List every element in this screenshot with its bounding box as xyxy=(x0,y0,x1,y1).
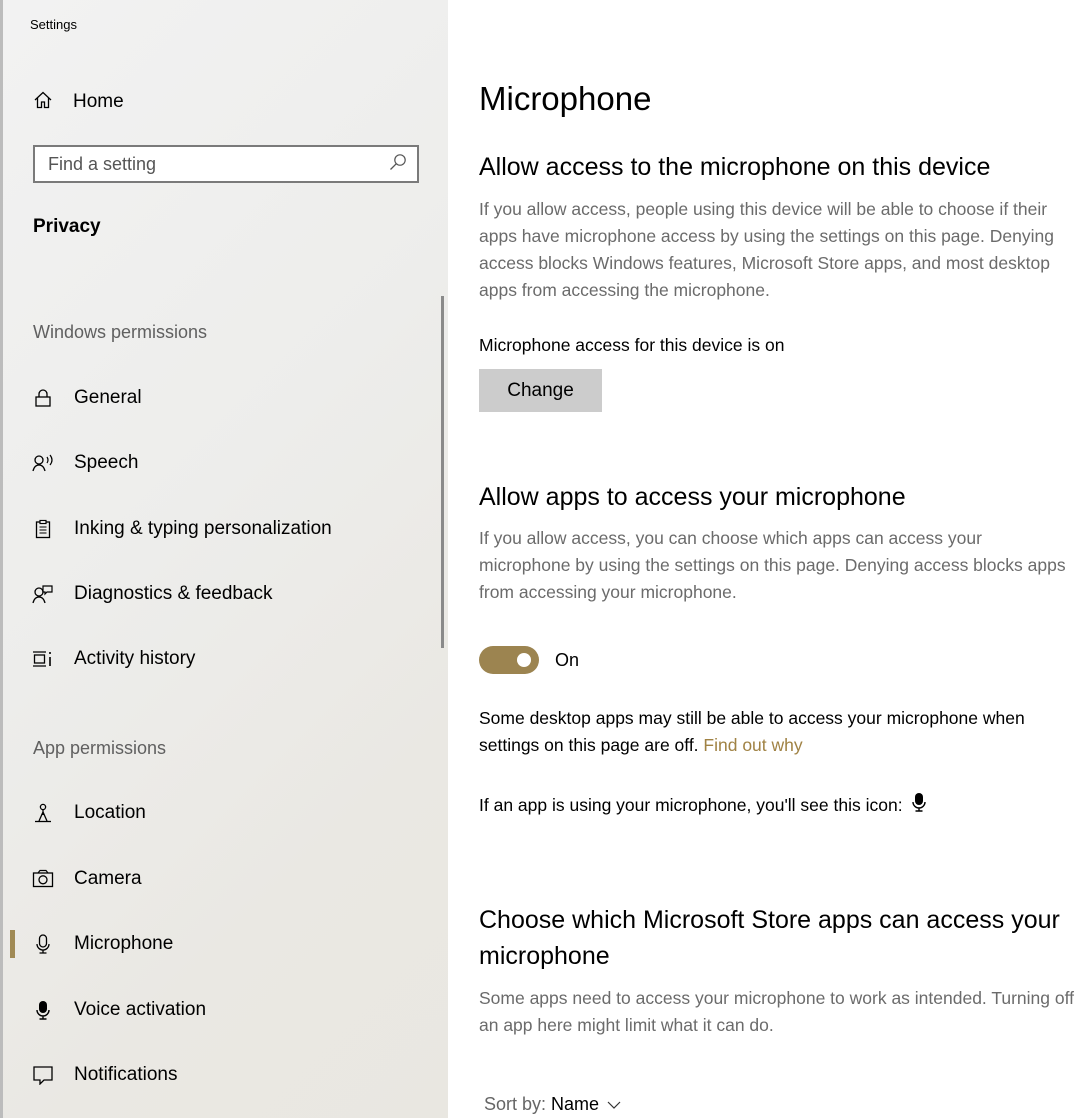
feedback-icon xyxy=(32,583,54,605)
store-apps-heading: Choose which Microsoft Store apps can ac… xyxy=(479,906,1060,970)
sidebar-item-inking-typing[interactable]: Inking & typing personalization xyxy=(3,506,433,552)
sidebar-item-microphone[interactable]: Microphone xyxy=(3,921,433,967)
toggle-state-label: On xyxy=(555,649,580,670)
microphone-filled-icon xyxy=(32,999,54,1021)
device-access-heading: Allow access to the microphone on this d… xyxy=(479,153,991,181)
speech-icon xyxy=(32,452,54,474)
find-out-why-link[interactable]: Find out why xyxy=(703,735,802,755)
sidebar-item-label: Speech xyxy=(74,452,139,473)
microphone-icon xyxy=(32,933,54,955)
desktop-apps-note: Some desktop apps may still be able to a… xyxy=(479,705,1077,759)
store-apps-description: Some apps need to access your microphone… xyxy=(479,988,1075,1035)
sidebar-item-label: General xyxy=(74,387,142,408)
sidebar-item-voice-activation[interactable]: Voice activation xyxy=(3,987,433,1033)
sidebar-item-general[interactable]: General xyxy=(3,375,433,421)
search-input[interactable] xyxy=(48,153,389,175)
home-label: Home xyxy=(73,91,124,112)
sidebar: Settings Home Privacy Windows permission… xyxy=(3,0,448,1118)
sidebar-item-label: Camera xyxy=(74,868,142,889)
app-title: Settings xyxy=(30,17,77,32)
sidebar-item-label: Activity history xyxy=(74,648,196,669)
sort-by-label: Sort by: xyxy=(484,1094,547,1114)
home-nav-item[interactable]: Home xyxy=(33,86,124,118)
sidebar-scrollbar[interactable] xyxy=(441,296,444,648)
device-access-status: Microphone access for this device is on xyxy=(479,335,785,355)
apps-access-toggle[interactable] xyxy=(479,646,539,674)
notification-icon xyxy=(32,1064,54,1086)
page-title: Microphone xyxy=(479,80,652,117)
sidebar-item-location[interactable]: Location xyxy=(3,790,433,836)
sidebar-item-label: Voice activation xyxy=(74,999,207,1020)
chevron-down-icon xyxy=(607,1094,621,1115)
mic-icon-note-text: If an app is using your microphone, you'… xyxy=(479,795,903,815)
location-icon xyxy=(32,802,54,824)
sort-by-value: Name xyxy=(551,1094,600,1114)
apps-access-description: If you allow access, you can choose whic… xyxy=(479,528,1066,602)
microphone-filled-icon xyxy=(911,792,927,820)
lock-icon xyxy=(32,387,54,409)
group-label-app-permissions: App permissions xyxy=(33,738,167,758)
toggle-knob xyxy=(517,653,531,667)
section-title: Privacy xyxy=(33,216,101,237)
sidebar-item-speech[interactable]: Speech xyxy=(3,440,433,486)
sidebar-item-label: Inking & typing personalization xyxy=(74,518,332,539)
apps-access-heading: Allow apps to access your microphone xyxy=(479,483,906,511)
sidebar-item-activity-history[interactable]: Activity history xyxy=(3,636,433,682)
device-access-description: If you allow access, people using this d… xyxy=(479,199,1054,300)
apps-access-toggle-row[interactable]: On xyxy=(479,645,579,675)
group-label-windows-permissions: Windows permissions xyxy=(33,322,208,342)
camera-icon xyxy=(32,868,54,890)
sidebar-item-notifications[interactable]: Notifications xyxy=(3,1052,433,1098)
search-box[interactable] xyxy=(33,145,419,183)
sort-by-dropdown[interactable]: Sort by: Name xyxy=(484,1094,621,1115)
timeline-icon xyxy=(32,648,54,670)
sidebar-item-camera[interactable]: Camera xyxy=(3,856,433,902)
sidebar-item-label: Location xyxy=(74,802,146,823)
home-icon xyxy=(33,90,53,115)
change-button[interactable]: Change xyxy=(479,369,602,412)
sidebar-item-label: Diagnostics & feedback xyxy=(74,583,273,604)
sidebar-item-label: Notifications xyxy=(74,1064,178,1085)
clipboard-icon xyxy=(32,518,54,540)
sidebar-item-diagnostics[interactable]: Diagnostics & feedback xyxy=(3,571,433,617)
sidebar-item-label: Microphone xyxy=(74,933,174,954)
search-icon[interactable] xyxy=(389,153,407,176)
mic-icon-note: If an app is using your microphone, you'… xyxy=(479,792,1077,820)
